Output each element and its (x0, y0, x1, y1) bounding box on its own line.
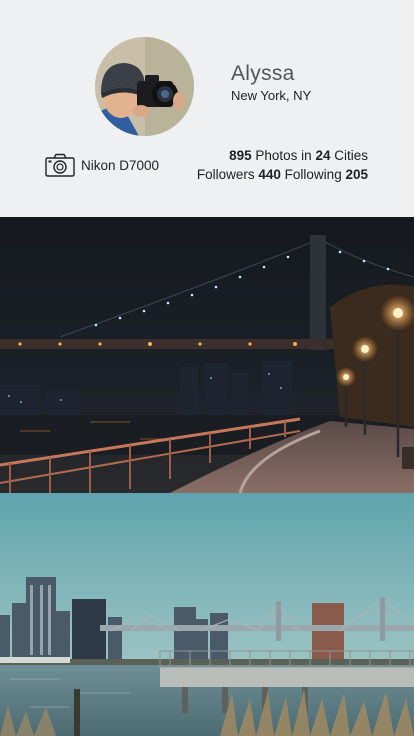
follow-stat-line: Followers 440 Following 205 (197, 165, 368, 184)
photo-image (0, 217, 414, 493)
profile-stats: 895 Photos in 24 Cities Followers 440 Fo… (197, 146, 368, 184)
camera-info: Nikon D7000 (45, 153, 159, 177)
following-count[interactable]: 205 (345, 167, 368, 182)
cities-label: Cities (334, 148, 368, 163)
feed-photo-night-bridge[interactable] (0, 217, 414, 493)
camera-icon (45, 153, 75, 177)
photos-count[interactable]: 895 (229, 148, 252, 163)
photos-stat-line: 895 Photos in 24 Cities (197, 146, 368, 165)
feed-photo-city-skyline[interactable] (0, 493, 414, 736)
profile-header: Alyssa New York, NY Nikon D7000 895 Phot… (0, 0, 414, 217)
photo-image (0, 493, 414, 736)
user-location: New York, NY (231, 88, 312, 103)
followers-label[interactable]: Followers (197, 167, 255, 182)
following-label[interactable]: Following (285, 167, 342, 182)
user-name: Alyssa (231, 62, 295, 85)
avatar-photo (95, 37, 194, 136)
photos-label: Photos in (255, 148, 312, 163)
followers-count[interactable]: 440 (258, 167, 281, 182)
avatar[interactable] (95, 37, 194, 136)
cities-count[interactable]: 24 (315, 148, 330, 163)
camera-model: Nikon D7000 (81, 157, 160, 173)
